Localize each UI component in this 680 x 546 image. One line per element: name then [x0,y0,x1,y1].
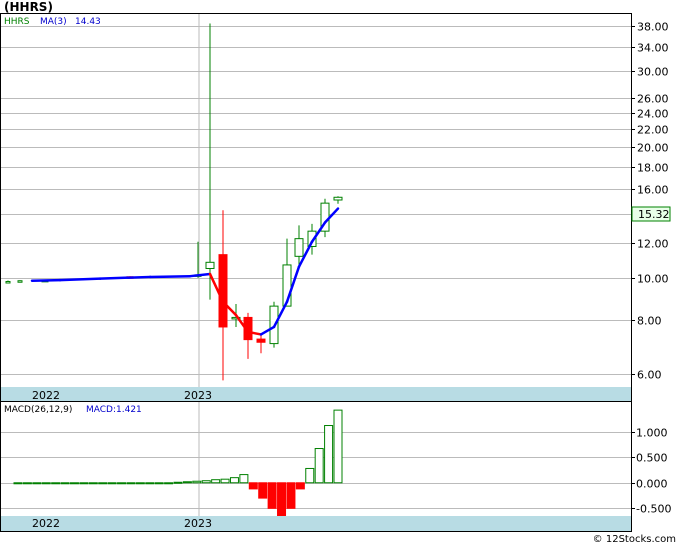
price-tick-label: 16.00 [637,184,669,197]
macd-bar [126,482,136,485]
macd-bar [117,482,127,485]
price-tick-label: 20.00 [637,142,669,155]
macd-bar [107,482,117,485]
macd-bar [333,409,343,484]
price-tick-label: 10.00 [637,273,669,286]
price-tick-label: 12.00 [637,238,669,251]
macd-bar [305,467,315,484]
candle-body [333,196,343,201]
macd-bar [79,482,89,485]
macd-bar [41,482,51,485]
macd-bar [229,477,239,484]
macd-bar [69,482,79,485]
macd-bar [324,425,334,484]
price-tick-label: 18.00 [637,162,669,175]
price-tick-label: 8.00 [637,315,662,328]
legend-ma-label: MA(3) [40,17,67,27]
macd-bar [258,482,268,499]
price-xlabel-2023: 2023 [184,389,212,402]
macd-xlabel-2022: 2022 [32,517,60,530]
macd-bar [239,474,249,484]
price-tick-label: 24.00 [637,108,669,121]
macd-bar [182,481,192,484]
ma-segment [30,278,62,282]
macd-bar [13,482,23,485]
price-tick-label: 34.00 [637,42,669,55]
candle-body [294,238,304,257]
macd-bar [286,482,296,509]
macd-bar [98,482,108,485]
macd-bar [22,482,32,485]
macd-bar [154,482,164,485]
footer-credit: © 12Stocks.com [592,534,676,545]
price-tick-label: 30.00 [637,66,669,79]
macd-bar [145,482,155,485]
macd-bar [201,480,211,484]
macd-legend-value: MACD:1.421 [86,405,142,415]
macd-tick-label: 0.000 [636,478,668,491]
legend-ma-value: 14.43 [75,17,101,27]
price-y-axis: 6.008.0010.0012.0014.0016.0018.0020.0022… [631,21,669,382]
price-xaxis-band [1,387,631,402]
candle-body [205,261,215,269]
ma-segment [58,277,102,282]
candle-body [5,280,11,284]
last-price-value: 15.32 [638,208,670,221]
macd-bar [164,482,174,485]
price-tick-label: 22.00 [637,124,669,137]
macd-bar [267,482,277,509]
candle-body [17,280,23,283]
candle-body [256,338,266,343]
macd-bar [295,482,305,490]
macd-bar [277,482,287,517]
macd-y-axis: -0.500 0.000 0.500 1.000 [631,427,671,516]
macd-bar [211,479,221,484]
macd-tick-label: 1.000 [636,427,668,440]
legend-ticker: HHRS [4,17,30,27]
price-tick-label: 26.00 [637,93,669,106]
macd-tick-label: 0.500 [636,452,668,465]
macd-xlabel-2023: 2023 [184,517,212,530]
macd-bar [248,482,258,490]
price-tick-label: 6.00 [637,369,662,382]
ma-segment [148,274,192,279]
macd-tick-label: -0.500 [636,503,671,516]
macd-xaxis-band [1,516,631,531]
ma-segment [98,275,152,280]
price-tick-label: 38.00 [637,21,669,34]
macd-bar [192,480,202,484]
macd-bar [135,482,145,485]
last-price-tag: 15.32 [631,206,671,222]
macd-legend-main: MACD(26,12,9) [4,405,72,415]
macd-bar [32,482,42,485]
macd-bar [60,482,70,485]
macd-bar [314,448,324,484]
stock-chart: 2022 2023 6.008.0010.0012.0014.0016.0018… [0,13,671,532]
macd-bar [220,478,230,484]
candle-body [218,254,228,328]
price-xlabel-2022: 2022 [32,389,60,402]
macd-bar [51,482,61,485]
macd-bar [88,482,98,485]
macd-bar [173,481,183,484]
